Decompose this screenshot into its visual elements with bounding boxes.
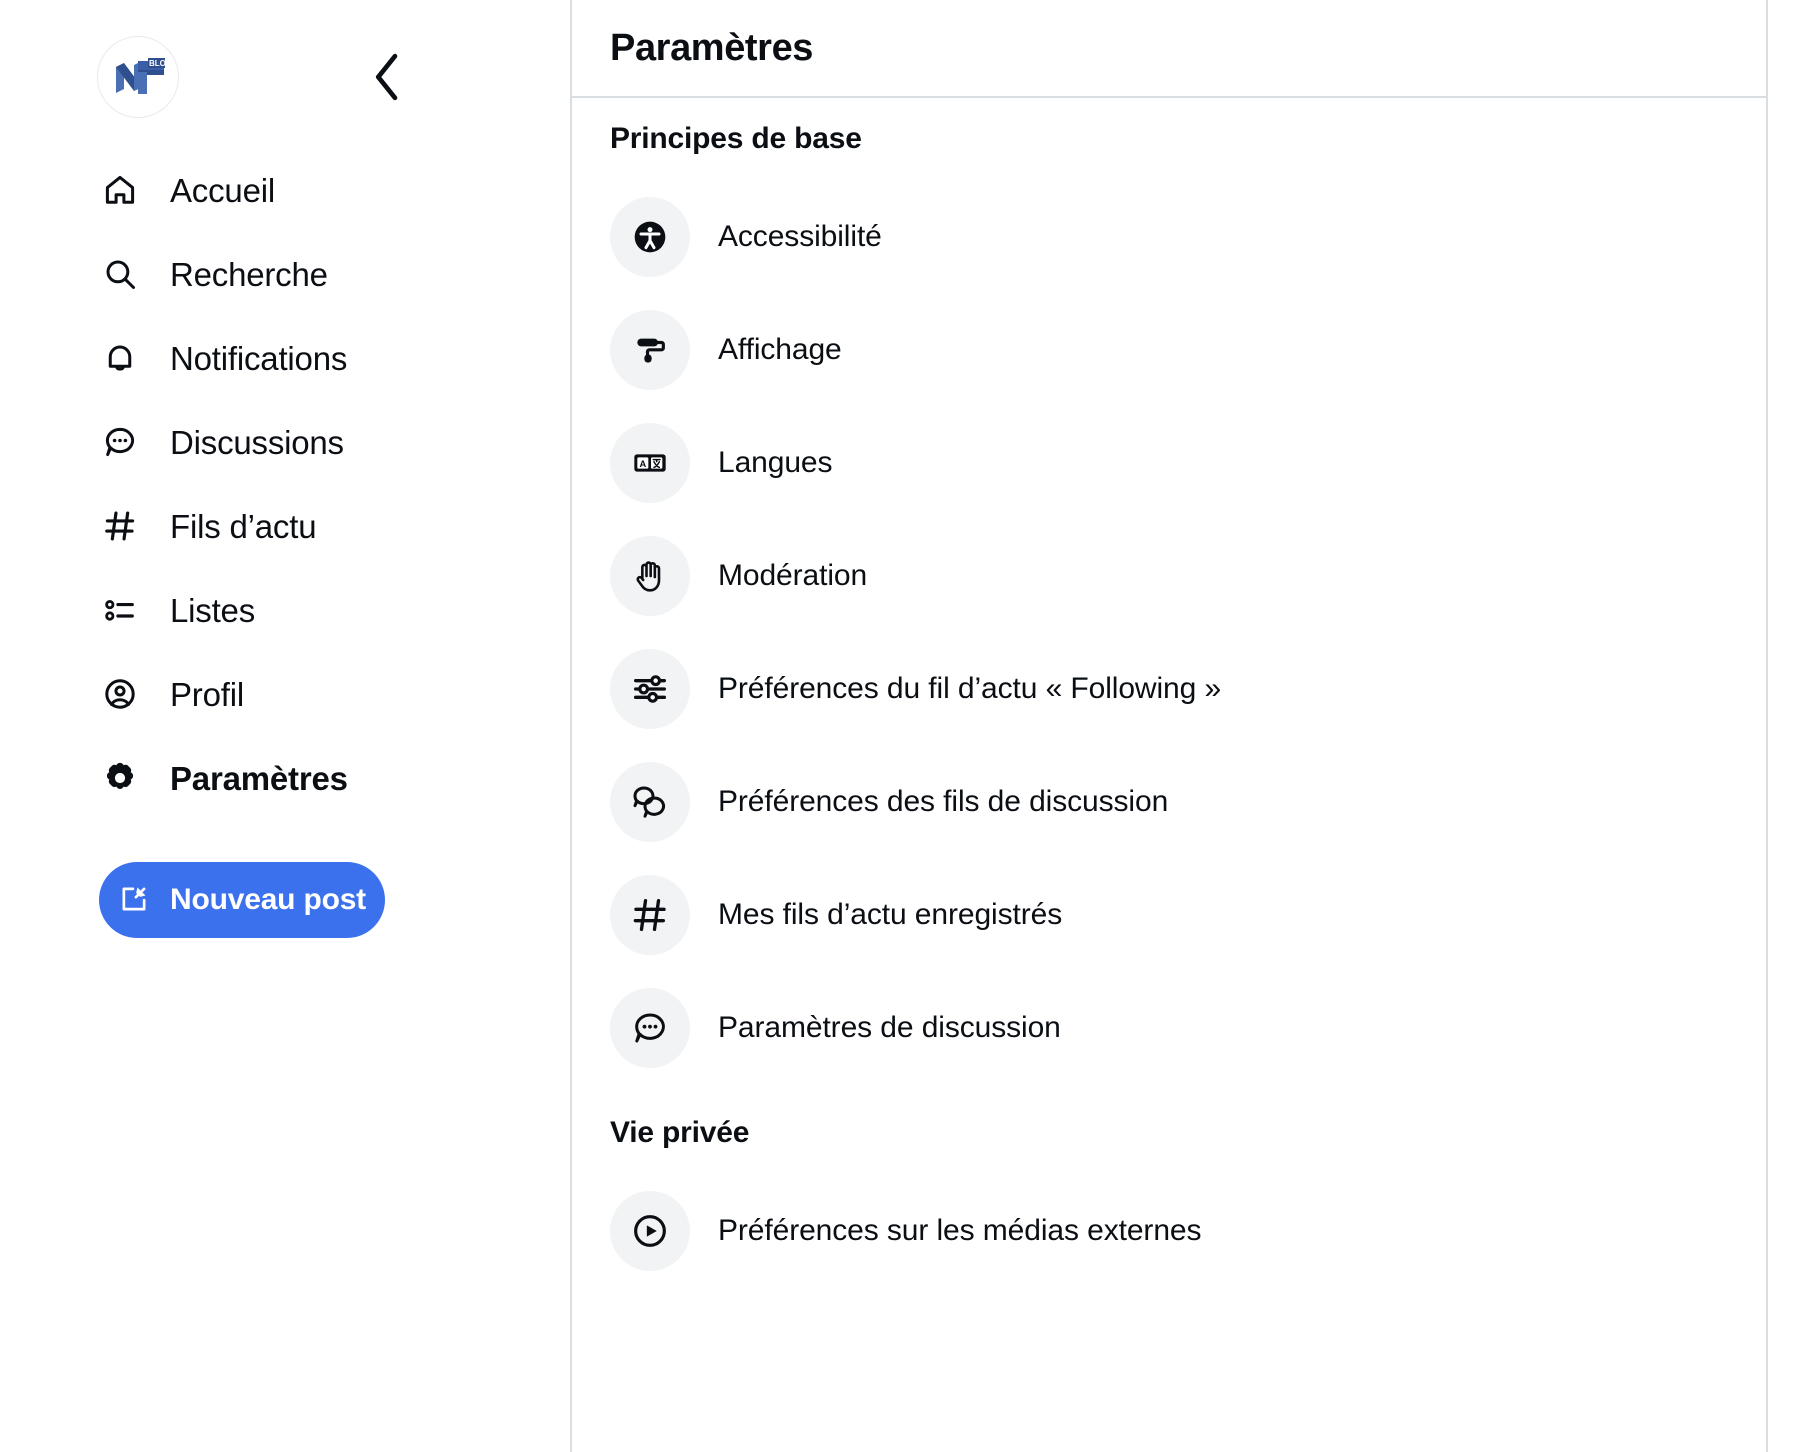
spacer [572, 1148, 1766, 1174]
setting-label: Préférences du fil d’actu « Following » [718, 674, 1221, 704]
section-title: Principes de base [572, 124, 1766, 154]
accessibility-icon [610, 197, 690, 277]
setting-row-mes-fils-enregistres[interactable]: Mes fils d’actu enregistrés [572, 858, 1766, 971]
sidebar-item-fils-dactu[interactable]: Fils d’actu [0, 484, 570, 568]
spacer [572, 1084, 1766, 1118]
page-title: Paramètres [610, 29, 813, 67]
setting-label: Langues [718, 448, 832, 478]
setting-row-affichage[interactable]: Affichage [572, 293, 1766, 406]
setting-row-preferences-fils-discussion[interactable]: Préférences des fils de discussion [572, 745, 1766, 858]
setting-row-parametres-discussion[interactable]: Paramètres de discussion [572, 971, 1766, 1084]
setting-row-preferences-fil-following[interactable]: Préférences du fil d’actu « Following » [572, 632, 1766, 745]
app-root: BLOG Accueil [0, 0, 1800, 1452]
section-principes-de-base: Principes de base Accessibilité [572, 124, 1766, 1084]
sidebar: BLOG Accueil [0, 0, 572, 1452]
new-post-button[interactable]: Nouveau post [99, 862, 385, 938]
sidebar-item-label: Notifications [170, 342, 347, 375]
chevron-left-icon [371, 52, 405, 105]
sidebar-item-label: Listes [170, 594, 255, 627]
setting-row-moderation[interactable]: Modération [572, 519, 1766, 632]
settings-column: Paramètres Principes de base [572, 0, 1768, 1452]
hashtag-icon [610, 875, 690, 955]
sidebar-item-accueil[interactable]: Accueil [0, 148, 570, 232]
home-icon [100, 170, 140, 210]
sidebar-item-parametres[interactable]: Paramètres [0, 736, 570, 820]
setting-row-langues[interactable]: A Langues [572, 406, 1766, 519]
compose-icon [118, 883, 150, 918]
gear-icon [100, 758, 140, 798]
setting-label: Mes fils d’actu enregistrés [718, 900, 1062, 930]
play-circle-icon [610, 1191, 690, 1271]
nt-blog-logo[interactable]: BLOG [97, 36, 179, 118]
sidebar-item-notifications[interactable]: Notifications [0, 316, 570, 400]
sidebar-item-discussions[interactable]: Discussions [0, 400, 570, 484]
sidebar-item-recherche[interactable]: Recherche [0, 232, 570, 316]
hashtag-icon [100, 506, 140, 546]
setting-label: Paramètres de discussion [718, 1013, 1061, 1043]
svg-text:BLOG: BLOG [149, 59, 172, 68]
sidebar-nav: Accueil Recherche Noti [0, 148, 570, 820]
chat-bubble-icon [100, 422, 140, 462]
section-vie-privee: Vie privée Préférences sur les médias ex… [572, 1118, 1766, 1287]
svg-text:A: A [639, 458, 646, 468]
setting-label: Modération [718, 561, 867, 591]
chat-bubble-dots-icon [610, 988, 690, 1068]
bell-icon [100, 338, 140, 378]
sidebar-item-label: Paramètres [170, 762, 348, 795]
setting-row-accessibilite[interactable]: Accessibilité [572, 180, 1766, 293]
setting-label: Accessibilité [718, 222, 882, 252]
settings-header: Paramètres [572, 0, 1766, 98]
new-post-label: Nouveau post [170, 883, 366, 917]
sidebar-item-profil[interactable]: Profil [0, 652, 570, 736]
setting-label: Préférences sur les médias externes [718, 1216, 1201, 1246]
settings-list: Préférences sur les médias externes [572, 1174, 1766, 1287]
spacer [572, 154, 1766, 180]
sidebar-item-label: Profil [170, 678, 244, 711]
section-title: Vie privée [572, 1118, 1766, 1148]
translate-icon: A [610, 423, 690, 503]
paint-roller-icon [610, 310, 690, 390]
sidebar-header: BLOG [0, 0, 570, 140]
sidebar-item-label: Discussions [170, 426, 344, 459]
search-icon [100, 254, 140, 294]
list-icon [100, 590, 140, 630]
setting-label: Affichage [718, 335, 842, 365]
user-circle-icon [100, 674, 140, 714]
sidebar-item-listes[interactable]: Listes [0, 568, 570, 652]
setting-label: Préférences des fils de discussion [718, 787, 1168, 817]
chat-bubbles-icon [610, 762, 690, 842]
sliders-icon [610, 649, 690, 729]
sidebar-item-label: Accueil [170, 174, 275, 207]
sidebar-collapse-button[interactable] [365, 52, 411, 104]
sidebar-item-label: Fils d’actu [170, 510, 316, 543]
settings-list: Accessibilité Affichage [572, 180, 1766, 1084]
spacer [572, 98, 1766, 124]
main-content: Paramètres Principes de base [572, 0, 1800, 1452]
sidebar-item-label: Recherche [170, 258, 328, 291]
raised-hand-icon [610, 536, 690, 616]
setting-row-medias-externes[interactable]: Préférences sur les médias externes [572, 1174, 1766, 1287]
